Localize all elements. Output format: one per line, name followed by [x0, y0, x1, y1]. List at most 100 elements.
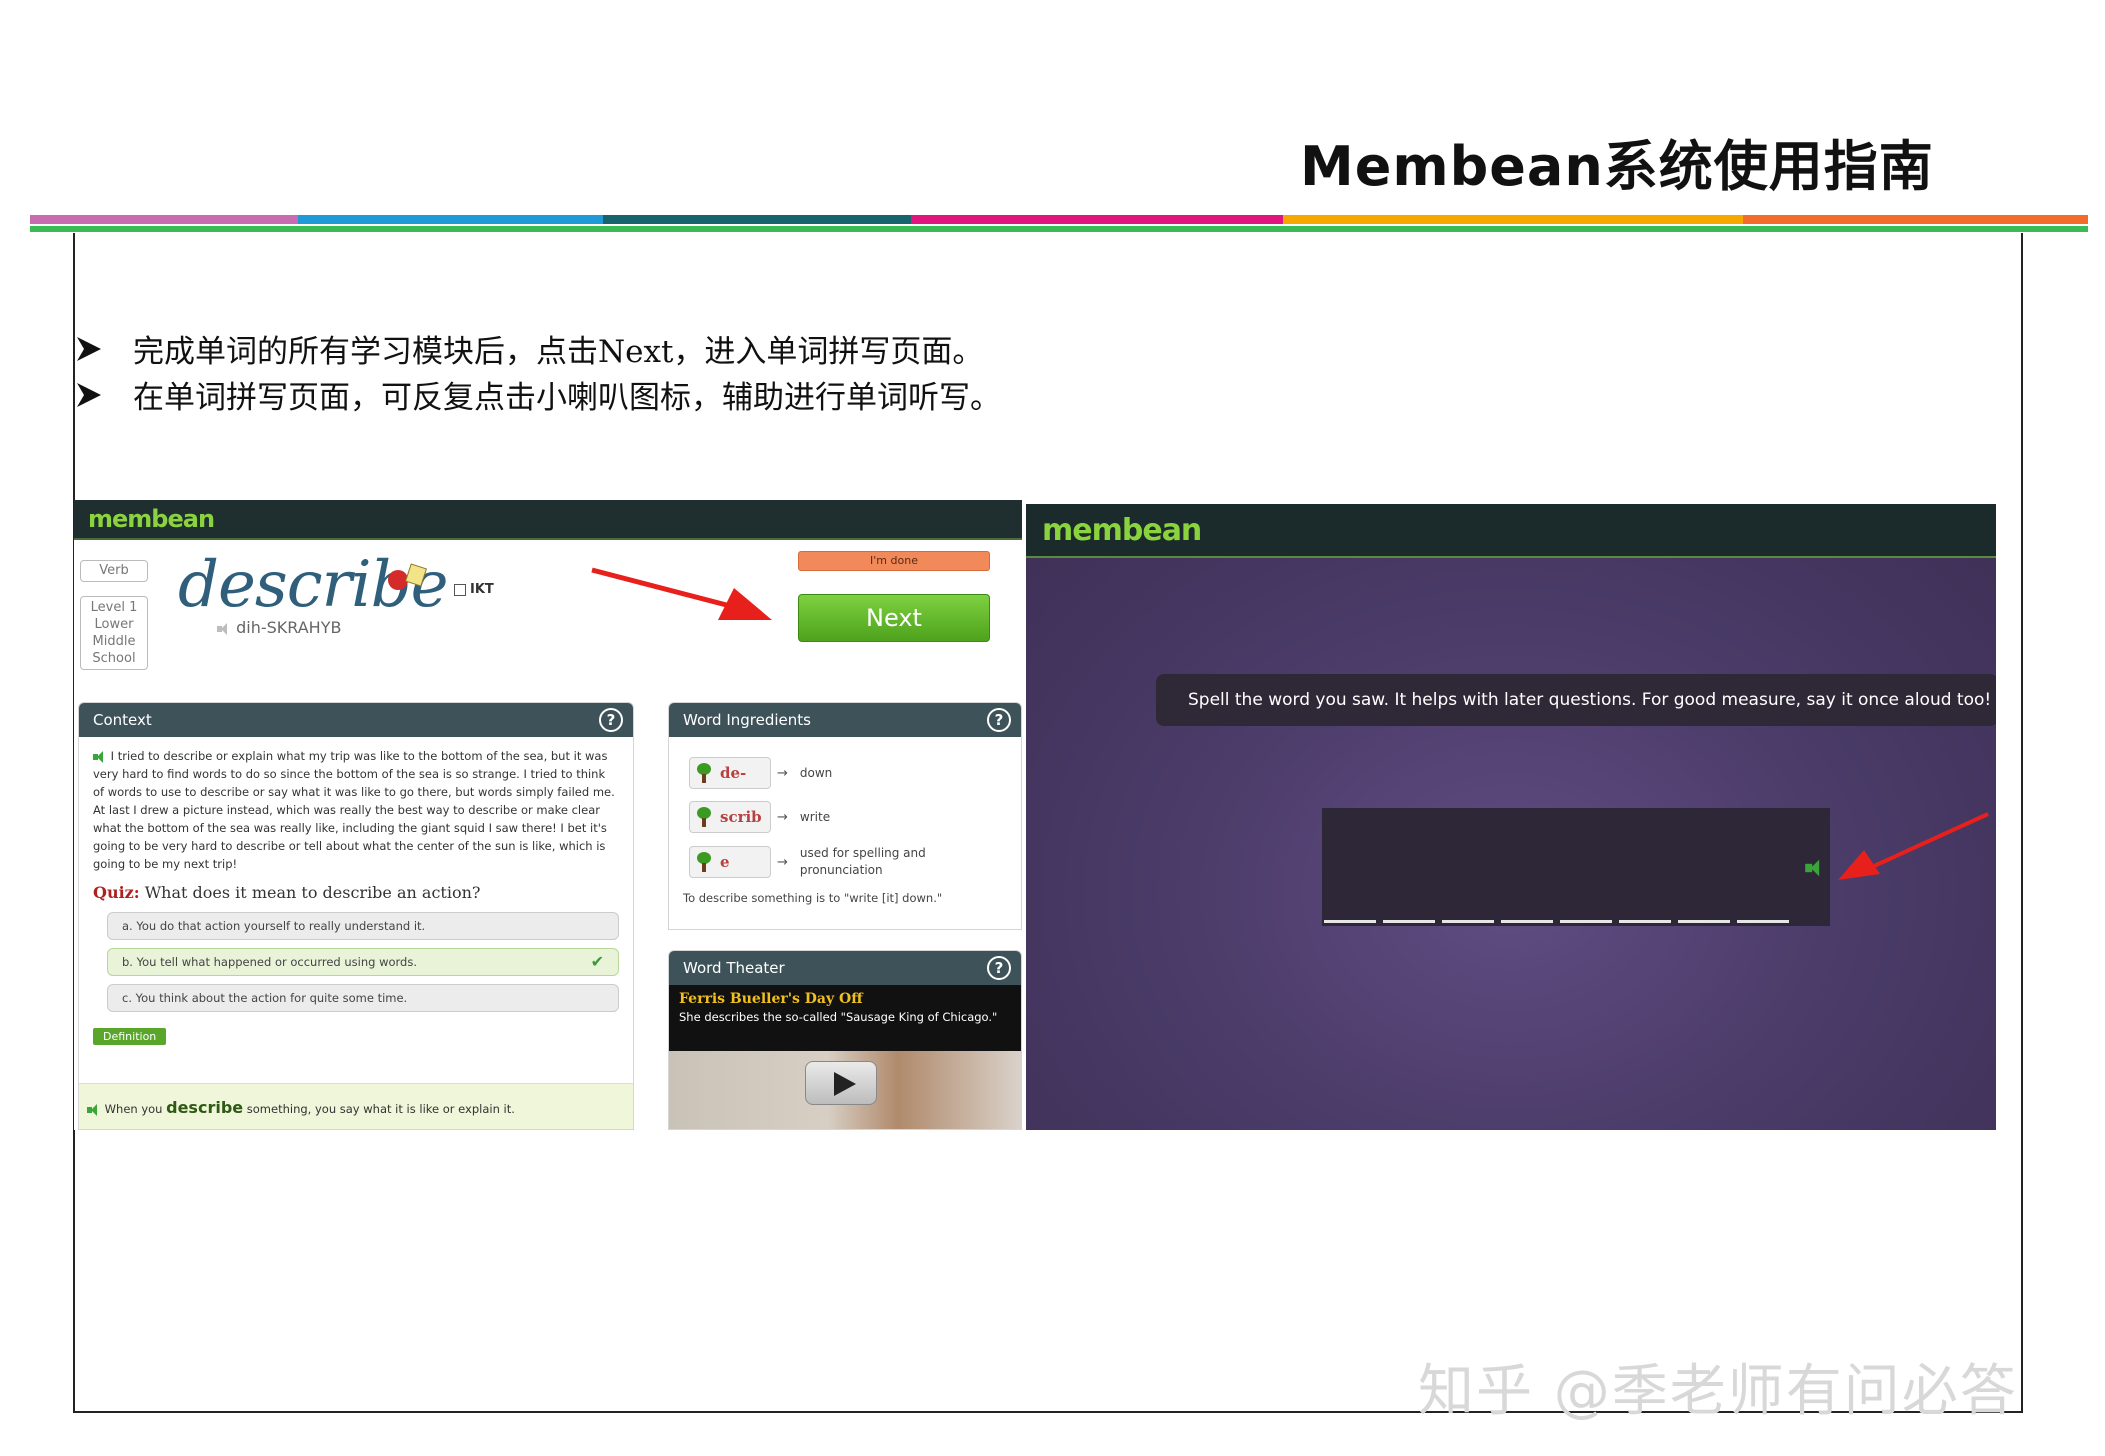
im-done-button[interactable]: I'm done	[798, 551, 990, 571]
header-band-blue	[298, 215, 603, 224]
part-of-speech-badge: Verb	[80, 560, 148, 582]
checkmark-icon: ✔	[590, 952, 604, 971]
letter-blank	[1383, 920, 1435, 923]
right-arrow-icon: →	[777, 809, 788, 825]
help-icon[interactable]: ?	[599, 708, 623, 732]
header-band-green	[30, 226, 2088, 232]
ingredient-part: e	[720, 853, 730, 871]
membean-header: membean	[1026, 504, 1996, 558]
slide-title: Membean系统使用指南	[1300, 135, 1934, 198]
bullet-2-text: 在单词拼写页面，可反复点击小喇叭图标，辅助进行单词听写。	[133, 380, 1001, 416]
red-arrow-to-speaker	[1838, 812, 1989, 880]
quiz-label: Quiz:	[93, 883, 140, 902]
definition-button[interactable]: Definition	[93, 1028, 167, 1045]
ingredient-chip[interactable]: e	[689, 846, 771, 878]
ingredient-row: e → used for spelling and pronunciation	[689, 845, 940, 879]
new-tag-icon	[388, 563, 428, 590]
letter-blank	[1619, 920, 1671, 923]
checkbox-icon[interactable]	[454, 583, 466, 596]
quiz-option-text: c. You think about the action for quite …	[122, 991, 408, 1005]
ingredient-part: scrib	[720, 808, 762, 826]
definition-prefix: When you	[104, 1102, 163, 1116]
play-icon	[834, 1072, 856, 1096]
bullet-2: 在单词拼写页面，可反复点击小喇叭图标，辅助进行单词听写。	[75, 372, 1001, 417]
letter-blank	[1678, 920, 1730, 923]
ingredients-summary: To describe something is to "write [it] …	[683, 891, 943, 905]
context-panel: Context ? I tried to describe or explain…	[78, 702, 634, 1130]
ingredient-row: de- → down	[689, 757, 832, 789]
learning-screen: membean Verb Level 1 Lower Middle School…	[74, 500, 1022, 1130]
speaker-icon[interactable]	[1805, 859, 1825, 877]
help-icon[interactable]: ?	[987, 956, 1011, 980]
letter-blank	[1324, 920, 1376, 923]
speaker-icon[interactable]	[87, 1103, 101, 1116]
red-arrow-to-next	[591, 567, 772, 620]
ingredient-meaning: used for spelling and pronunciation	[799, 846, 926, 877]
membean-logo[interactable]: membean	[1042, 513, 1202, 548]
root-tree-icon	[696, 763, 712, 783]
root-tree-icon	[696, 852, 712, 872]
quiz-option-text: b. You tell what happened or occurred us…	[122, 955, 418, 969]
word-ingredients-header: Word Ingredients ?	[669, 703, 1021, 737]
letter-blank	[1560, 920, 1612, 923]
ingredient-part: de-	[720, 764, 747, 782]
ikt-label: IKT	[470, 582, 494, 597]
ingredient-meaning: write	[799, 809, 831, 824]
ingredient-meaning: down	[799, 765, 833, 780]
watermark: 知乎 @季老师有问必答	[1418, 1359, 2018, 1424]
membean-logo[interactable]: membean	[88, 505, 215, 533]
word-theater-title: Word Theater	[683, 959, 785, 977]
header-band-yellow	[1283, 215, 1743, 224]
pronunciation[interactable]: dih-SKRAHYB	[217, 618, 341, 637]
header-band-teal	[603, 215, 911, 224]
bullet-1: 完成单词的所有学习模块后，点击Next，进入单词拼写页面。	[75, 326, 983, 371]
help-icon[interactable]: ?	[987, 708, 1011, 732]
level-line: Lower	[94, 617, 134, 632]
quiz-option-a[interactable]: a. You do that action yourself to really…	[107, 912, 619, 940]
movie-caption: Ferris Bueller's Day Off She describes t…	[669, 985, 1021, 1051]
right-arrow-icon: →	[777, 765, 788, 781]
definition-row: When you describe something, you say wha…	[79, 1083, 633, 1129]
context-passage-text: I tried to describe or explain what my t…	[93, 749, 615, 871]
quiz-question: Quiz: What does it mean to describe an a…	[79, 873, 633, 912]
play-button[interactable]	[805, 1061, 877, 1105]
word-ingredients-title: Word Ingredients	[683, 711, 811, 729]
pronunciation-text: dih-SKRAHYB	[236, 618, 342, 637]
next-button[interactable]: Next	[798, 594, 990, 642]
right-arrow-icon: →	[777, 854, 788, 870]
membean-header: membean	[74, 500, 1022, 540]
bullet-arrow-icon	[77, 336, 101, 361]
context-passage: I tried to describe or explain what my t…	[79, 737, 633, 873]
definition-suffix: something, you say what it is like or ex…	[246, 1102, 515, 1116]
ingredient-chip[interactable]: scrib	[689, 801, 771, 833]
letter-blank	[1442, 920, 1494, 923]
word-ingredients-panel: Word Ingredients ? de- → down scrib → wr…	[668, 702, 1022, 930]
quiz-option-text: a. You do that action yourself to really…	[122, 919, 426, 933]
ingredient-row: scrib → write	[689, 801, 830, 833]
bullet-1-text: 完成单词的所有学习模块后，点击Next，进入单词拼写页面。	[133, 334, 984, 370]
quiz-option-b[interactable]: b. You tell what happened or occurred us…	[107, 948, 619, 976]
spelling-screen: membean Spell the word you saw. It helps…	[1026, 504, 1996, 1130]
context-header: Context ?	[79, 703, 633, 737]
movie-title: Ferris Bueller's Day Off	[679, 991, 863, 1007]
spelling-input[interactable]	[1322, 808, 1830, 926]
quiz-question-text: What does it mean to describe an action?	[144, 883, 481, 902]
letter-blank	[1501, 920, 1553, 923]
level-line: Middle	[92, 634, 136, 649]
level-line: Level 1	[90, 600, 138, 615]
header-band-pink	[911, 215, 1283, 224]
letter-blank	[1737, 920, 1789, 923]
level-line: School	[92, 651, 136, 666]
speaker-icon[interactable]	[217, 622, 231, 635]
movie-thumbnail[interactable]	[669, 1051, 1021, 1129]
movie-description: She describes the so-called "Sausage Kin…	[679, 1010, 998, 1024]
ikt-checkbox[interactable]: IKT	[454, 582, 494, 597]
spelling-instruction: Spell the word you saw. It helps with la…	[1156, 674, 1996, 726]
quiz-option-c[interactable]: c. You think about the action for quite …	[107, 984, 619, 1012]
ingredient-chip[interactable]: de-	[689, 757, 771, 789]
header-band-orange	[1743, 215, 2088, 224]
definition-word: describe	[166, 1098, 244, 1117]
speaker-icon[interactable]	[93, 750, 107, 763]
word-theater-header: Word Theater ?	[669, 951, 1021, 985]
level-badge: Level 1 Lower Middle School	[80, 596, 148, 670]
